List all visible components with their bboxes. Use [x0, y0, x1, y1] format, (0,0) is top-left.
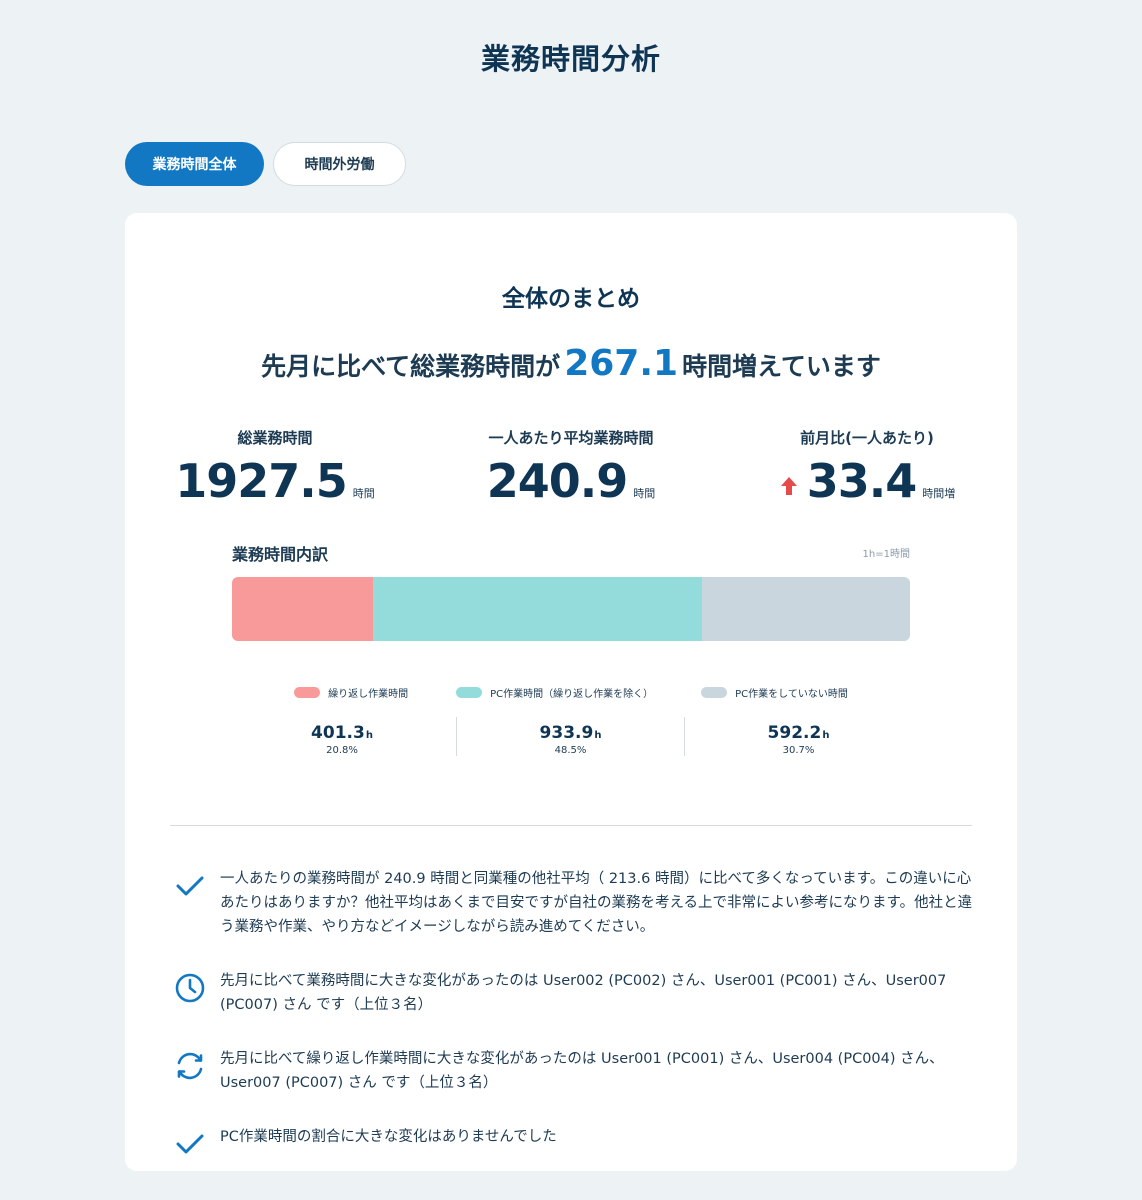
percent-value: 48.5%: [554, 745, 587, 756]
legend-label: PC作業をしていない時間: [735, 689, 848, 700]
value-repetitive: 401.3h 20.8%: [228, 717, 456, 756]
bar-segment-repetitive: [232, 577, 374, 641]
scale-note: 1h=1時間: [862, 549, 910, 560]
insight-item: 先月に比べて繰り返し作業時間に大きな変化があったのは User001 (PC00…: [173, 1047, 973, 1095]
hours-unit: h: [594, 730, 602, 741]
insight-item: 先月に比べて業務時間に大きな変化があったのは User002 (PC002) さ…: [173, 969, 973, 1017]
check-icon: [173, 1127, 207, 1161]
clock-icon: [173, 971, 207, 1005]
insight-text: 一人あたりの業務時間が 240.9 時間と同業種の他社平均（ 213.6 時間）…: [220, 871, 973, 935]
summary-card: 全体のまとめ 先月に比べて総業務時間が 267.1 時間増えています 総業務時間 1…: [125, 213, 1017, 1171]
legend-swatch: [701, 687, 728, 698]
hours-value: 592.2: [767, 723, 822, 743]
percent-value: 30.7%: [782, 745, 815, 756]
hours-unit: h: [822, 730, 830, 741]
insight-item: PC作業時間の割合に大きな変化はありませんでした: [173, 1125, 973, 1161]
hours-value: 401.3: [311, 723, 365, 743]
insight-text: 先月に比べて繰り返し作業時間に大きな変化があったのは User001 (PC00…: [220, 1051, 944, 1091]
legend-label: 繰り返し作業時間: [328, 689, 409, 700]
insight-list: 一人あたりの業務時間が 240.9 時間と同業種の他社平均（ 213.6 時間）…: [173, 867, 973, 1191]
breakdown-title: 業務時間内訳: [232, 545, 329, 564]
stat-mom-value: 33.4: [806, 454, 917, 508]
tab-total-work-time[interactable]: 業務時間全体: [125, 142, 264, 186]
legend-label: PC作業時間（繰り返し作業を除く）: [490, 689, 654, 700]
divider: [170, 825, 972, 826]
bar-segment-pc-work: [373, 577, 702, 641]
value-non-pc: 592.2h 30.7%: [684, 717, 912, 756]
hours-unit: h: [365, 730, 373, 741]
insight-text: PC作業時間の割合に大きな変化はありませんでした: [220, 1129, 557, 1145]
insight-item: 一人あたりの業務時間が 240.9 時間と同業種の他社平均（ 213.6 時間）…: [173, 867, 973, 939]
check-icon: [173, 869, 207, 903]
tab-overtime[interactable]: 時間外労働: [273, 142, 406, 186]
page-title: 業務時間分析: [480, 42, 661, 76]
insight-text: 先月に比べて業務時間に大きな変化があったのは User002 (PC002) さ…: [220, 973, 947, 1013]
stat-month-over-month: 前月比(一人あたり) 33.4 時間増: [717, 427, 1017, 508]
headline: 先月に比べて総業務時間が 267.1 時間増えています: [125, 343, 1017, 384]
arrow-up-icon: [779, 474, 799, 504]
breakdown-values: 401.3h 20.8% 933.9h 48.5% 592.2h 30.7%: [228, 717, 914, 756]
value-pc-work: 933.9h 48.5%: [456, 717, 684, 756]
bar-segment-non-pc: [701, 577, 910, 641]
hours-value: 933.9: [539, 723, 594, 743]
legend-item-repetitive: 繰り返し作業時間: [294, 685, 408, 700]
stat-mom-label: 前月比(一人あたり): [800, 429, 934, 447]
stat-average-label: 一人あたり平均業務時間: [488, 429, 654, 447]
stat-total-value: 1927.5: [175, 454, 348, 508]
stat-mom-unit: 時間増: [922, 487, 956, 500]
legend-swatch: [294, 687, 321, 698]
stat-total-label: 総業務時間: [237, 429, 313, 447]
stat-total: 総業務時間 1927.5 時間: [125, 427, 425, 508]
tab-bar: 業務時間全体 時間外労働: [125, 142, 406, 186]
percent-value: 20.8%: [326, 745, 358, 756]
stat-average-unit: 時間: [633, 487, 656, 500]
breakdown-legend: 繰り返し作業時間 PC作業時間（繰り返し作業を除く） PC作業をしていない時間: [232, 685, 910, 700]
refresh-icon: [173, 1049, 207, 1083]
legend-item-non-pc: PC作業をしていない時間: [701, 685, 848, 700]
summary-title: 全体のまとめ: [502, 286, 640, 312]
breakdown-bar: [232, 577, 910, 641]
legend-item-pc-work: PC作業時間（繰り返し作業を除く）: [456, 685, 653, 700]
stat-total-unit: 時間: [352, 487, 375, 500]
stat-average: 一人あたり平均業務時間 240.9 時間: [425, 427, 717, 508]
stats-row: 総業務時間 1927.5 時間 一人あたり平均業務時間 240.9 時間 前月比…: [125, 427, 1017, 508]
headline-post: 時間増えています: [682, 352, 881, 381]
stat-average-value: 240.9: [486, 454, 629, 508]
legend-swatch: [456, 687, 483, 698]
headline-value: 267.1: [564, 343, 679, 384]
headline-pre: 先月に比べて総業務時間が: [261, 352, 561, 381]
